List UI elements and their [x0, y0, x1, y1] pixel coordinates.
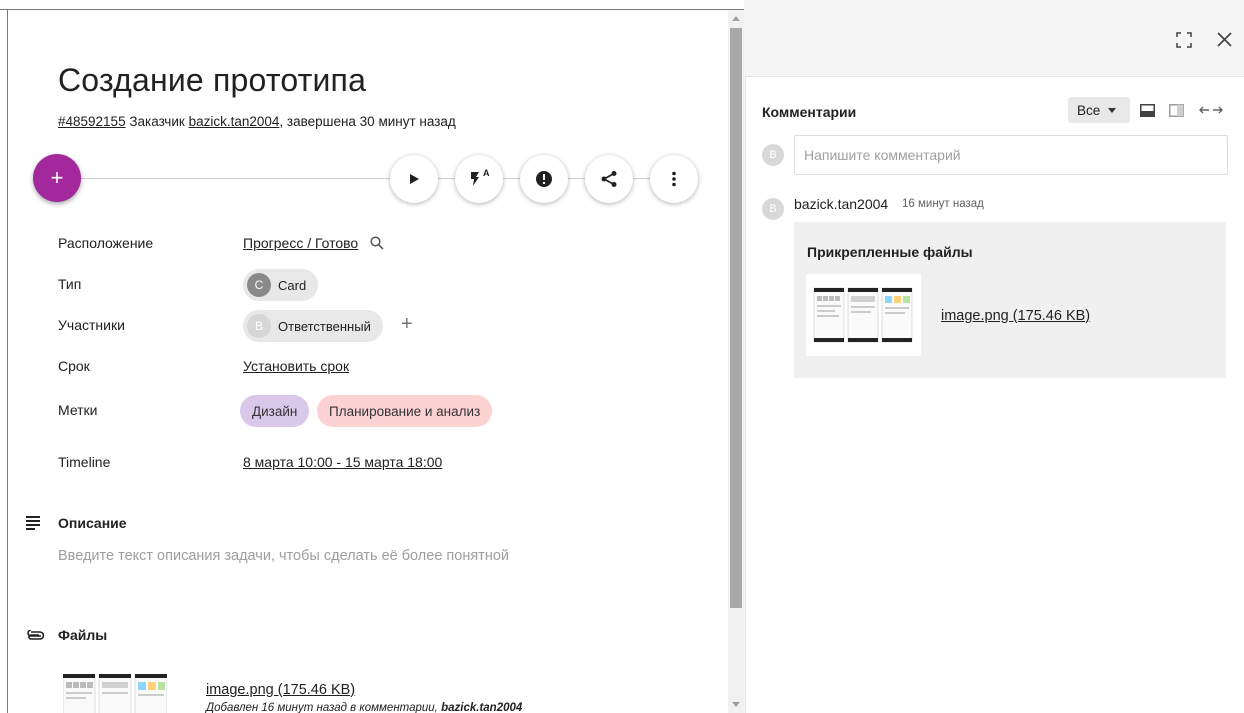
more-vertical-icon [672, 171, 676, 187]
share-icon [601, 171, 617, 187]
file-meta: Добавлен 16 минут назад в комментарии, b… [206, 702, 522, 713]
file-thumbnail[interactable] [62, 673, 168, 713]
play-icon [410, 174, 419, 184]
scroll-up-arrow[interactable] [732, 16, 740, 21]
layout-bottom-icon[interactable] [1140, 104, 1155, 117]
comments-title: Комментарии [762, 104, 857, 120]
priority-button[interactable] [520, 155, 568, 203]
image-preview-icon [62, 673, 168, 713]
participant-value: Ответственный [278, 318, 371, 334]
share-button[interactable] [585, 155, 633, 203]
customer-link[interactable]: bazick.tan2004 [189, 114, 280, 129]
task-title[interactable]: Создание прототипа [58, 62, 366, 99]
participants-label: Участники [58, 317, 125, 333]
type-value: Card [278, 277, 307, 293]
file-meta-author[interactable]: bazick.tan2004 [441, 702, 522, 713]
task-details-panel: Создание прототипа #48592155 Заказчик ba… [8, 10, 728, 713]
deadline-label: Срок [58, 358, 90, 374]
close-icon[interactable] [1216, 31, 1233, 48]
fullscreen-icon[interactable] [1176, 32, 1192, 48]
add-participant-button[interactable]: + [401, 313, 413, 336]
comments-panel: Комментарии Все B Напишите комментарий B… [744, 0, 1244, 713]
location-value[interactable]: Прогресс / Готово [243, 235, 384, 251]
timeline-value[interactable]: 8 марта 10:00 - 15 марта 18:00 [243, 454, 442, 470]
image-preview-icon [813, 287, 913, 343]
timeline-label: Timeline [58, 454, 111, 470]
paperclip-icon [27, 630, 44, 640]
auto-flash-label: A [483, 168, 490, 178]
tags-label: Метки [58, 402, 98, 418]
attachment-thumbnail[interactable] [806, 274, 921, 356]
task-id-link[interactable]: #48592155 [58, 114, 126, 129]
comment-author-avatar: B [762, 198, 784, 220]
participant-chip[interactable]: B Ответственный [243, 310, 383, 342]
set-deadline-link[interactable]: Установить срок [243, 358, 349, 374]
file-meta-text: Добавлен 16 минут назад в комментарии, [206, 702, 438, 713]
completed-text: , завершена 30 минут назад [279, 114, 456, 129]
comment-input[interactable]: Напишите комментарий [794, 135, 1228, 175]
file-link[interactable]: image.png (175.46 KB) [206, 682, 355, 698]
comment-attachments: Прикрепленные файлы image.png (175.46 KB… [794, 222, 1226, 378]
search-icon[interactable] [370, 236, 384, 250]
comment-time: 16 минут назад [902, 198, 984, 210]
expand-width-icon[interactable] [1199, 105, 1223, 115]
task-subtitle: #48592155 Заказчик bazick.tan2004, завер… [58, 114, 456, 129]
filter-value: Все [1077, 102, 1101, 118]
more-button[interactable] [650, 155, 698, 203]
location-link[interactable]: Прогресс / Готово [243, 235, 358, 251]
participant-avatar: B [247, 314, 271, 338]
current-user-avatar: B [762, 144, 784, 166]
type-avatar: C [247, 273, 271, 297]
add-button[interactable]: + [33, 154, 81, 202]
attachments-title: Прикрепленные файлы [807, 244, 973, 260]
attachment-link[interactable]: image.png (175.46 KB) [941, 308, 1090, 324]
alert-icon [536, 171, 552, 187]
files-title: Файлы [58, 627, 108, 643]
comment-author[interactable]: bazick.tan2004 [794, 196, 888, 212]
location-label: Расположение [58, 235, 154, 251]
task-window: Создание прототипа #48592155 Заказчик ba… [0, 0, 1244, 713]
left-panel-scrollbar[interactable] [728, 10, 744, 713]
scroll-thumb[interactable] [730, 28, 742, 608]
chevron-down-icon [1108, 107, 1117, 113]
comments-filter-dropdown[interactable]: Все [1068, 97, 1130, 123]
scroll-down-arrow[interactable] [732, 702, 740, 707]
play-button[interactable] [390, 155, 438, 203]
type-label: Тип [58, 276, 82, 292]
layout-side-icon[interactable] [1169, 104, 1184, 117]
tag-planning[interactable]: Планирование и анализ [317, 395, 493, 427]
type-chip[interactable]: C Card [243, 269, 319, 301]
tag-design[interactable]: Дизайн [240, 395, 310, 427]
description-title: Описание [58, 515, 127, 531]
description-input[interactable]: Введите текст описания задачи, чтобы сде… [58, 548, 509, 564]
customer-prefix: Заказчик [129, 114, 185, 129]
auto-flash-button[interactable]: A [455, 155, 503, 203]
notes-icon [26, 516, 40, 530]
